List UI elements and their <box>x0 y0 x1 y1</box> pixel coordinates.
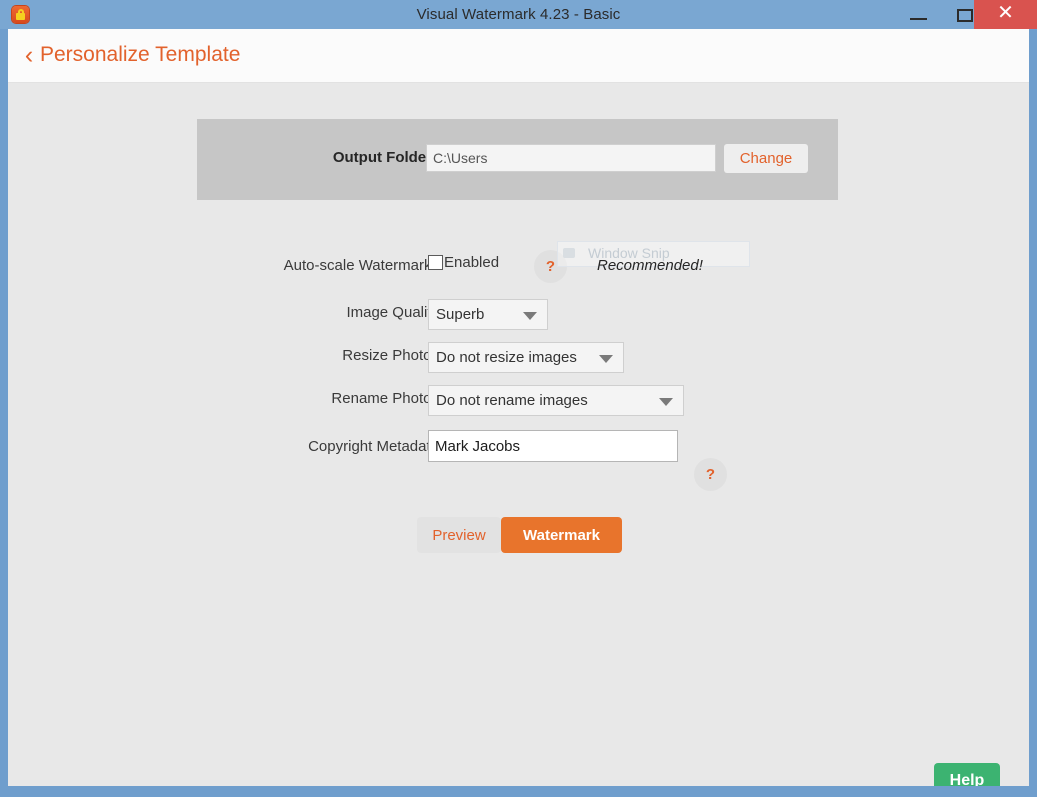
rename-photos-value: Do not rename images <box>436 386 588 415</box>
resize-photos-value: Do not resize images <box>436 343 577 372</box>
minimize-button[interactable] <box>896 0 942 29</box>
client-area: ‹ Personalize Template Output Folder Cha… <box>8 29 1029 786</box>
auto-scale-enabled-label: Enabled <box>444 254 499 271</box>
back-to-personalize-template[interactable]: ‹ Personalize Template <box>22 40 240 70</box>
application-window: Visual Watermark 4.23 - Basic ✕ ‹ Person… <box>0 0 1037 797</box>
image-quality-select[interactable]: Superb <box>428 299 548 330</box>
image-quality-label: Image Quality <box>34 304 439 321</box>
chevron-down-icon <box>659 398 673 406</box>
title-bar: Visual Watermark 4.23 - Basic ✕ <box>0 0 1037 29</box>
chevron-down-icon <box>599 355 613 363</box>
minimize-icon <box>910 18 927 20</box>
auto-scale-recommended-note: Recommended! <box>597 257 703 274</box>
checkbox-box-icon <box>428 255 443 270</box>
preview-button[interactable]: Preview <box>417 517 501 553</box>
page-title: Personalize Template <box>40 43 240 67</box>
resize-photos-select[interactable]: Do not resize images <box>428 342 624 373</box>
window-title: Visual Watermark 4.23 - Basic <box>0 0 1037 29</box>
copyright-metadata-help-icon[interactable]: ? <box>694 458 727 491</box>
chevron-left-icon: ‹ <box>22 43 36 68</box>
image-quality-value: Superb <box>436 300 484 329</box>
maximize-icon <box>957 9 973 22</box>
watermark-button[interactable]: Watermark <box>501 517 622 553</box>
help-button[interactable]: Help <box>934 763 1000 786</box>
rename-photos-label: Rename Photos <box>34 390 439 407</box>
resize-photos-label: Resize Photos <box>34 347 439 364</box>
close-icon: ✕ <box>974 0 1037 29</box>
auto-scale-watermarks-label: Auto-scale Watermarks <box>34 257 439 274</box>
page-header: ‹ Personalize Template <box>8 29 1029 83</box>
close-button[interactable]: ✕ <box>974 0 1037 29</box>
chevron-down-icon <box>523 312 537 320</box>
rename-photos-select[interactable]: Do not rename images <box>428 385 684 416</box>
copyright-metadata-label: Copyright Metadata <box>34 438 439 455</box>
window-snip-icon <box>563 248 575 258</box>
copyright-metadata-input[interactable] <box>428 430 678 462</box>
output-folder-label: Output Folder <box>308 149 432 166</box>
auto-scale-enabled-checkbox[interactable]: Enabled <box>428 254 499 271</box>
change-output-folder-button[interactable]: Change <box>724 144 808 173</box>
output-folder-panel: Output Folder Change <box>197 119 838 200</box>
output-folder-input[interactable] <box>426 144 716 172</box>
